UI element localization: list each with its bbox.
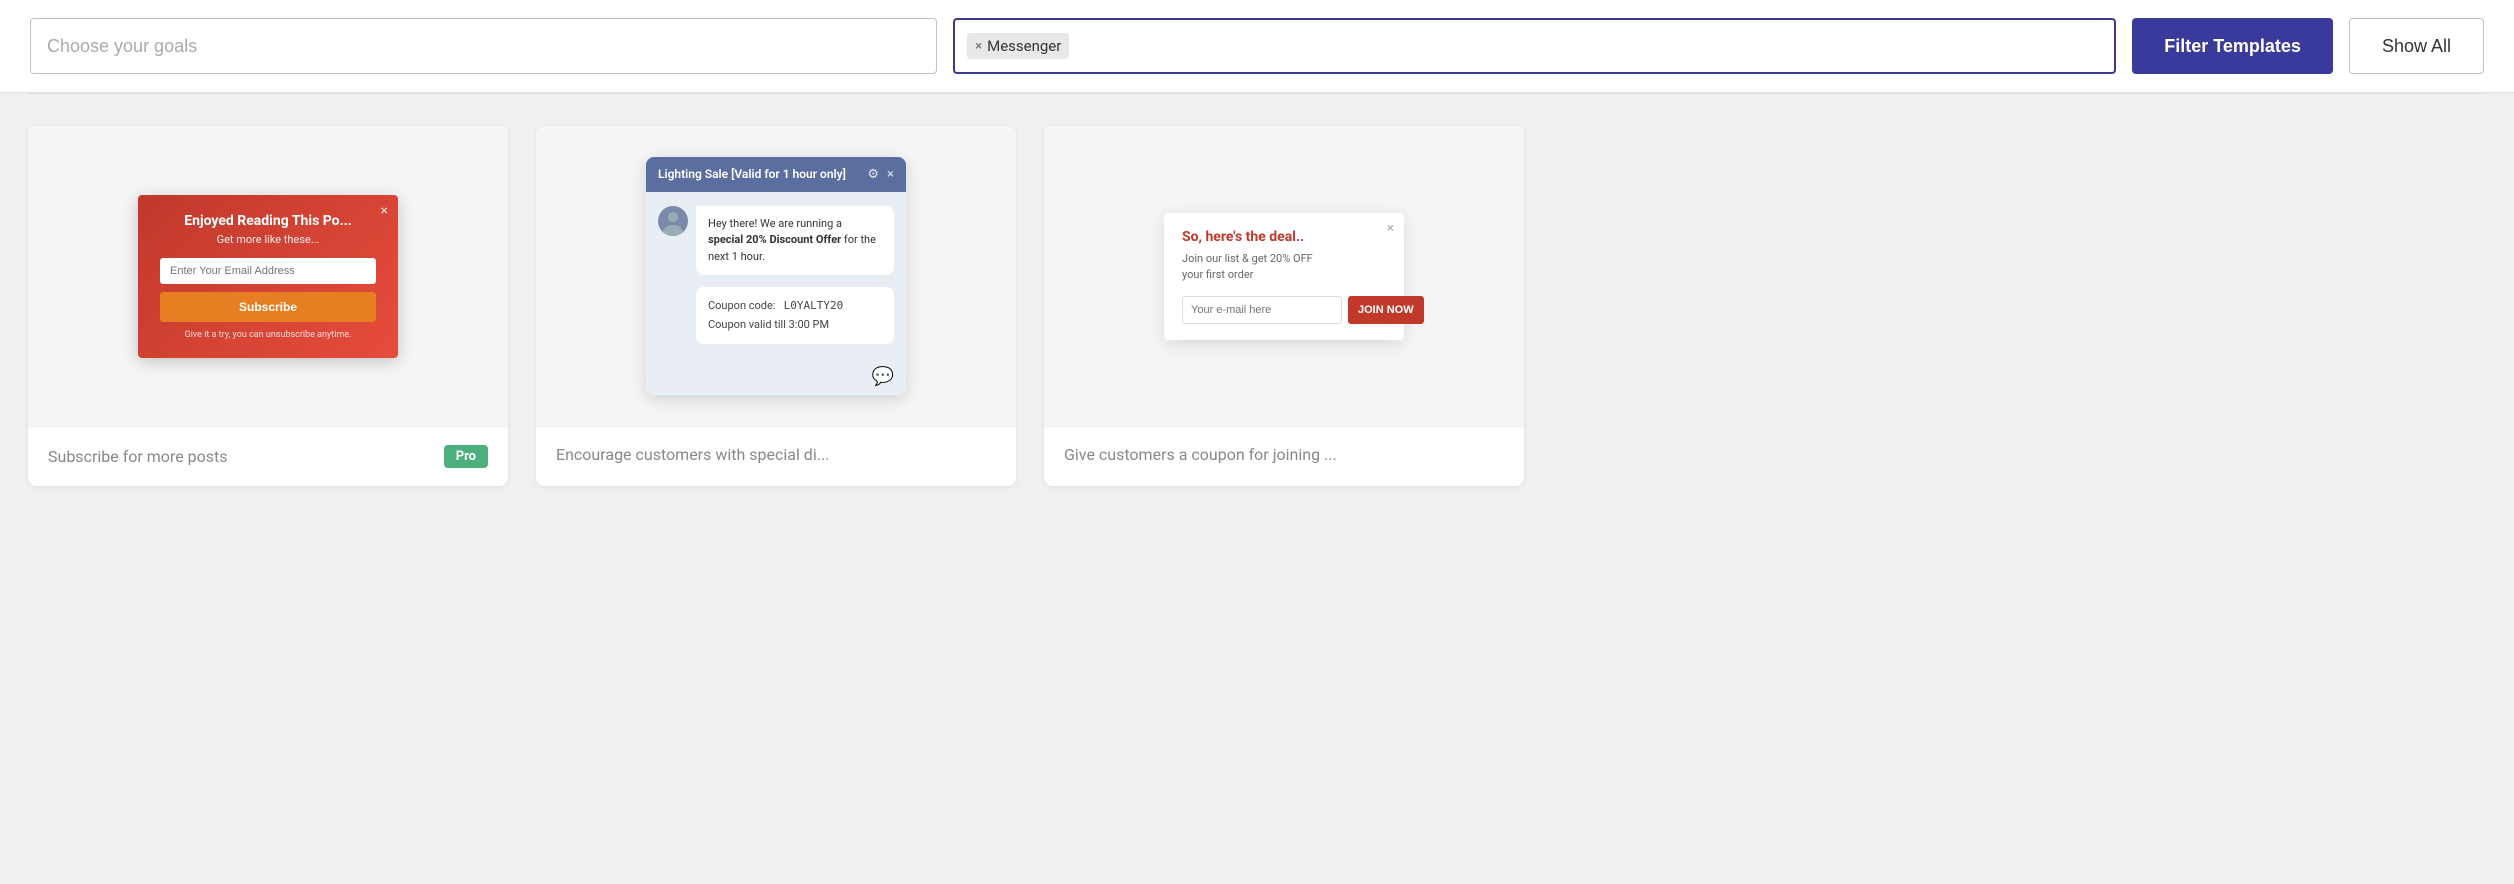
tag-close-icon[interactable]: × bbox=[975, 40, 982, 53]
subscribe-popup: × Enjoyed Reading This Po... Get more li… bbox=[138, 195, 398, 358]
card-2-preview: Lighting Sale [Valid for 1 hour only] ⚙ … bbox=[536, 126, 1016, 426]
message-bold: special 20% Discount Offer bbox=[708, 233, 841, 246]
messenger-message: Hey there! We are running a special 20% … bbox=[658, 206, 894, 276]
join-now-button[interactable]: JOIN NOW bbox=[1348, 296, 1424, 324]
messenger-footer-icon: 💬 bbox=[872, 366, 894, 387]
card-2-footer: Encourage customers with special di... bbox=[536, 426, 1016, 482]
messenger-body: Hey there! We are running a special 20% … bbox=[646, 192, 906, 359]
coupon-code: L0YALTY20 bbox=[784, 299, 844, 312]
show-all-button[interactable]: Show All bbox=[2349, 18, 2484, 74]
card-subscribe[interactable]: × Enjoyed Reading This Po... Get more li… bbox=[28, 126, 508, 486]
card-1-footer: Subscribe for more posts Pro bbox=[28, 426, 508, 486]
messenger-popup: Lighting Sale [Valid for 1 hour only] ⚙ … bbox=[646, 157, 906, 396]
card-2-label: Encourage customers with special di... bbox=[556, 445, 829, 464]
coupon-desc: Join our list & get 20% OFF your first o… bbox=[1182, 251, 1386, 284]
popup-subtitle: Get more like these... bbox=[160, 233, 376, 246]
tag-search-input[interactable] bbox=[1077, 37, 2102, 55]
coupon-label: Coupon code: bbox=[708, 299, 775, 312]
cards-container: × Enjoyed Reading This Po... Get more li… bbox=[0, 94, 2514, 518]
close-icon[interactable]: × bbox=[887, 167, 894, 182]
messenger-header-icons: ⚙ × bbox=[867, 167, 894, 182]
coupon-email-input[interactable] bbox=[1182, 296, 1342, 324]
messenger-bubble: Hey there! We are running a special 20% … bbox=[696, 206, 894, 276]
header-bar: × Messenger Filter Templates Show All bbox=[0, 0, 2514, 93]
popup-title: Enjoyed Reading This Po... bbox=[160, 213, 376, 229]
coupon-popup: × So, here's the deal.. Join our list & … bbox=[1164, 213, 1404, 340]
messenger-tag: × Messenger bbox=[967, 33, 1069, 59]
popup-close-icon[interactable]: × bbox=[381, 203, 388, 219]
card-1-preview: × Enjoyed Reading This Po... Get more li… bbox=[28, 126, 508, 426]
card-3-label: Give customers a coupon for joining ... bbox=[1064, 445, 1337, 464]
coupon-desc-line2: your first order bbox=[1182, 268, 1253, 281]
coupon-desc-line1: Join our list & get 20% OFF bbox=[1182, 252, 1313, 265]
pro-badge: Pro bbox=[444, 445, 488, 468]
message-text: Hey there! We are running a bbox=[708, 217, 842, 230]
coupon-label-line: Coupon code: L0YALTY20 bbox=[708, 297, 882, 316]
messenger-footer: 💬 bbox=[646, 358, 906, 395]
gear-icon: ⚙ bbox=[867, 167, 879, 182]
card-1-label: Subscribe for more posts bbox=[48, 447, 228, 466]
popup-email-input[interactable] bbox=[160, 258, 376, 284]
messenger-header: Lighting Sale [Valid for 1 hour only] ⚙ … bbox=[646, 157, 906, 192]
card-coupon[interactable]: × So, here's the deal.. Join our list & … bbox=[1044, 126, 1524, 486]
messenger-coupon: Coupon code: L0YALTY20 Coupon valid till… bbox=[696, 287, 894, 344]
card-3-footer: Give customers a coupon for joining ... bbox=[1044, 426, 1524, 482]
filter-templates-button[interactable]: Filter Templates bbox=[2132, 18, 2333, 74]
messenger-header-title: Lighting Sale [Valid for 1 hour only] bbox=[658, 167, 846, 181]
coupon-title: So, here's the deal.. bbox=[1182, 229, 1386, 245]
tag-input-container: × Messenger bbox=[953, 18, 2116, 74]
coupon-form: JOIN NOW bbox=[1182, 296, 1386, 324]
card-3-preview: × So, here's the deal.. Join our list & … bbox=[1044, 126, 1524, 426]
popup-unsub-text: Give it a try, you can unsubscribe anyti… bbox=[160, 330, 376, 340]
coupon-close-icon[interactable]: × bbox=[1387, 221, 1394, 236]
messenger-avatar bbox=[658, 206, 688, 236]
coupon-valid: Coupon valid till 3:00 PM bbox=[708, 316, 882, 335]
card-messenger[interactable]: Lighting Sale [Valid for 1 hour only] ⚙ … bbox=[536, 126, 1016, 486]
goals-input[interactable] bbox=[30, 18, 937, 74]
tag-label: Messenger bbox=[987, 37, 1061, 55]
subscribe-button[interactable]: Subscribe bbox=[160, 292, 376, 322]
